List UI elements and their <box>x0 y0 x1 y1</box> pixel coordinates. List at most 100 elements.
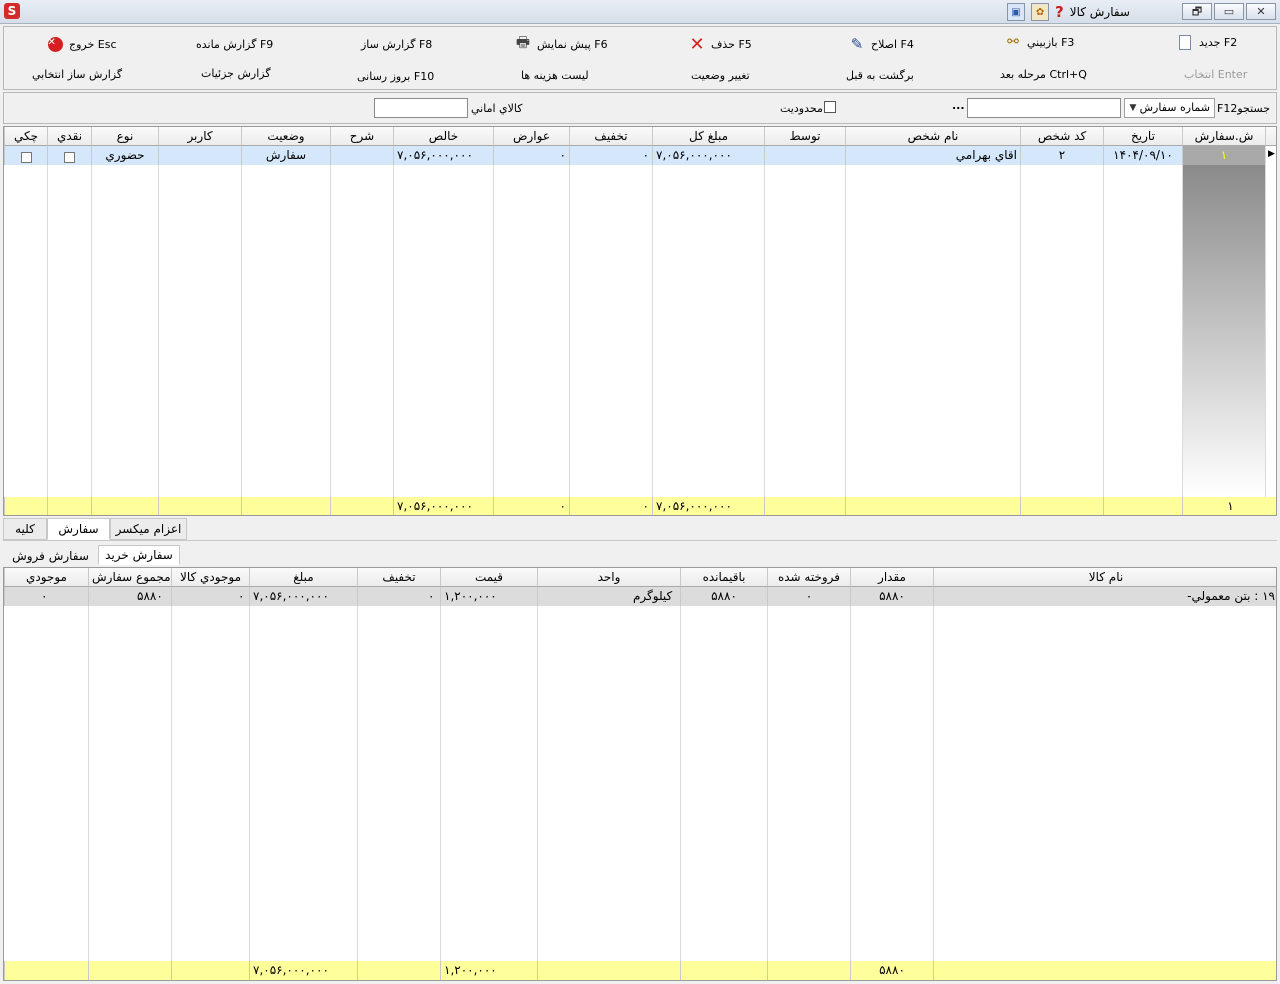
window-icon[interactable]: ▣ <box>1007 3 1026 21</box>
cell-person-code[interactable]: ۲ <box>1020 146 1103 165</box>
title-bar: S ▣ ✿ ? سفارش كالا 🗗 ▭ ✕ <box>0 0 1280 24</box>
row-header-gradient <box>1183 165 1265 495</box>
col-total[interactable]: مبلغ كل <box>652 127 764 146</box>
col-status[interactable]: وضعيت <box>241 127 330 146</box>
remaining-report-button[interactable]: گزارش مانده F9 <box>196 33 273 55</box>
tab-purchase-order[interactable]: سفارش خريد <box>98 545 180 565</box>
table-row[interactable]: ▶ ۱ ۱۴۰۴/۰۹/۱۰ ۲ اقاي بهرامي ۷,۰۵۶,۰۰۰,۰… <box>4 146 1276 165</box>
cell-user[interactable] <box>158 146 241 165</box>
next-step-button[interactable]: مرحله بعد Ctrl+Q <box>1000 63 1087 85</box>
col-type[interactable]: نوع <box>91 127 158 146</box>
tab-orders[interactable]: سفارش <box>47 518 110 540</box>
preview-button[interactable]: 🖶 پيش نمايش F6 <box>514 33 608 55</box>
col-discount[interactable]: تخفيف <box>569 127 652 146</box>
search-input[interactable] <box>967 98 1121 118</box>
tab-all[interactable]: كليه <box>3 518 47 540</box>
col-user[interactable]: كاربر <box>158 127 241 146</box>
cheque-checkbox[interactable] <box>20 151 32 163</box>
col-by[interactable]: توسط <box>764 127 845 146</box>
report-builder-label: گزارش ساز F8 <box>361 37 433 51</box>
search-field-select[interactable]: شماره سفارش ▼ <box>1124 98 1215 118</box>
edit-label: اصلاح F4 <box>871 37 914 51</box>
chevron-down-icon[interactable]: ▼ <box>1126 100 1140 116</box>
cell-qty[interactable]: ۵۸۸۰ <box>850 587 933 606</box>
cost-list-button[interactable]: ليست هزينه ها <box>521 64 589 86</box>
restore-button[interactable]: 🗗 <box>1182 3 1212 20</box>
cell-desc[interactable] <box>330 146 393 165</box>
maximize-button[interactable]: ▭ <box>1214 3 1244 20</box>
col-date[interactable]: تاريخ <box>1103 127 1182 146</box>
limit-checkbox-box[interactable] <box>824 101 836 113</box>
update-button[interactable]: بروز رسانی F10 <box>357 65 434 87</box>
cell-by[interactable] <box>764 146 845 165</box>
limit-checkbox[interactable] <box>824 101 836 116</box>
tab-mixer-dispatch[interactable]: اعزام ميكسر <box>110 518 187 540</box>
col-person-code[interactable]: كد شخص <box>1020 127 1103 146</box>
cell-person-name[interactable]: اقاي بهرامي <box>845 146 1020 165</box>
col-sold[interactable]: فروخته شده <box>767 568 850 587</box>
cash-checkbox[interactable] <box>64 151 75 163</box>
cell-cash[interactable] <box>47 146 91 165</box>
browse-button[interactable]: ... <box>952 99 965 112</box>
col-net[interactable]: خالص <box>393 127 493 146</box>
cell-total[interactable]: ۷,۰۵۶,۰۰۰,۰۰۰ <box>652 146 764 165</box>
consignment-input[interactable] <box>374 98 468 118</box>
cell-type[interactable]: حضوري <box>91 146 158 165</box>
change-status-label: تغيير وضعيت <box>691 68 750 82</box>
close-button[interactable]: ✕ <box>1246 3 1276 20</box>
tab-sales-order[interactable]: سفارش فروش <box>3 546 98 566</box>
cell-tax[interactable]: ۰ <box>493 146 569 165</box>
cell-discount[interactable]: ۰ <box>569 146 652 165</box>
cell-order-no[interactable]: ۱ <box>1182 146 1265 165</box>
col-item-name[interactable]: نام كالا <box>933 568 1276 587</box>
table-row[interactable]: ۱۹ : بتن معمولي- ۵۸۸۰ ۰ ۵۸۸۰ كيلوگرم ۱,۲… <box>4 587 1276 606</box>
cell-net[interactable]: ۷,۰۵۶,۰۰۰,۰۰۰ <box>393 146 493 165</box>
cell-price[interactable]: ۱,۲۰۰,۰۰۰ <box>440 587 537 606</box>
select-label: انتخاب Enter <box>1184 67 1248 81</box>
cell-remaining[interactable]: ۵۸۸۰ <box>680 587 767 606</box>
col-tax[interactable]: عوارض <box>493 127 569 146</box>
items-totals-row: ۵۸۸۰ ۱,۲۰۰,۰۰۰ ۷,۰۵۶,۰۰۰,۰۰۰ <box>4 961 1276 980</box>
cell-item-name[interactable]: ۱۹ : بتن معمولي- <box>933 587 1276 606</box>
detail-report-button[interactable]: گزارش جزئيات <box>201 62 271 84</box>
cell-amount[interactable]: ۷,۰۵۶,۰۰۰,۰۰۰ <box>249 587 357 606</box>
col-order-sum[interactable]: مجموع سفارش <box>88 568 171 587</box>
report-builder-button[interactable]: گزارش ساز F8 <box>361 33 432 55</box>
col-stock[interactable]: موجودي كالا <box>171 568 249 587</box>
col-person-name[interactable]: نام شخص <box>845 127 1020 146</box>
inspect-button[interactable]: ⚯ بازبيني F3 <box>1004 31 1074 53</box>
cell-sold[interactable]: ۰ <box>767 587 850 606</box>
cell-stock[interactable]: ۰ <box>171 587 249 606</box>
new-button[interactable]: جديد F2 <box>1176 31 1237 53</box>
new-label: جديد F2 <box>1199 35 1238 49</box>
settings-icon[interactable]: ✿ <box>1031 3 1050 21</box>
col-remaining[interactable]: باقيمانده <box>680 568 767 587</box>
edit-button[interactable]: ✎ اصلاح F4 <box>848 33 914 55</box>
col-order-no[interactable]: ش.سفارش <box>1182 127 1265 146</box>
delete-button[interactable]: ✕ حذف F5 <box>688 33 751 55</box>
cell-cheque[interactable] <box>4 146 47 165</box>
cell-status[interactable]: سفارش <box>241 146 330 165</box>
col-item-discount[interactable]: تخفيف <box>357 568 440 587</box>
col-inventory[interactable]: موجودي <box>4 568 88 587</box>
exit-button[interactable]: ✕ خروج Esc <box>46 33 117 55</box>
change-status-button[interactable]: تغيير وضعيت <box>691 64 750 86</box>
col-price[interactable]: قيمت <box>440 568 537 587</box>
cell-date[interactable]: ۱۴۰۴/۰۹/۱۰ <box>1103 146 1182 165</box>
col-amount[interactable]: مبلغ <box>249 568 357 587</box>
col-cash[interactable]: نقدي <box>47 127 91 146</box>
cell-unit[interactable]: كيلوگرم <box>537 587 680 606</box>
col-desc[interactable]: شرح <box>330 127 393 146</box>
col-qty[interactable]: مقدار <box>850 568 933 587</box>
col-unit[interactable]: واحد <box>537 568 680 587</box>
col-cheque[interactable]: چكي <box>4 127 47 146</box>
selective-report-button[interactable]: گزارش ساز انتخابي <box>32 63 122 85</box>
help-icon[interactable]: ? <box>1055 3 1064 21</box>
cell-item-discount[interactable]: ۰ <box>357 587 440 606</box>
back-previous-button[interactable]: برگشت به قبل <box>846 64 914 86</box>
window-title: سفارش كالا <box>1069 5 1130 19</box>
select-button[interactable]: انتخاب Enter <box>1184 63 1247 85</box>
cell-inventory[interactable]: ۰ <box>4 587 88 606</box>
search-field-value: شماره سفارش <box>1139 101 1210 114</box>
cell-order-sum[interactable]: ۵۸۸۰ <box>88 587 171 606</box>
